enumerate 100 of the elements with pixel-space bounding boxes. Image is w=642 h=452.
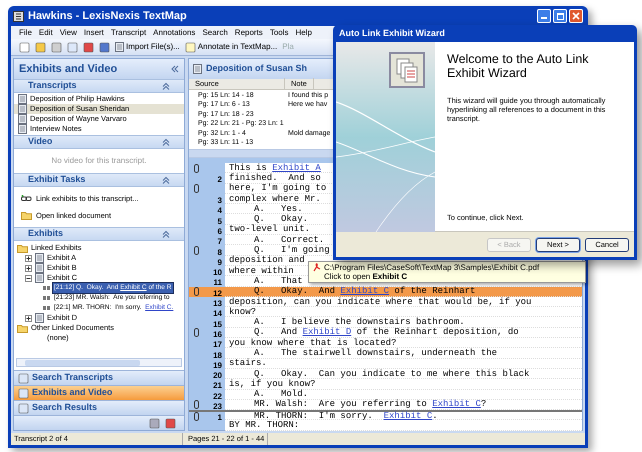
line-number: 3 <box>218 196 222 206</box>
annotate-button[interactable]: Annotate in TextMap... <box>184 41 278 53</box>
line-number: 7 <box>218 237 222 246</box>
transcript-line: Q. I'm going <box>253 245 330 256</box>
app-icon <box>13 10 24 22</box>
panel-title: Exhibits and Video <box>19 62 118 77</box>
transcript-line: MR. THORN: I'm sorry. Exhibit C. <box>253 410 438 421</box>
section-header[interactable]: Transcripts <box>14 79 184 93</box>
section-header[interactable]: Exhibits <box>14 227 184 241</box>
menu-item[interactable]: Search <box>202 26 228 38</box>
menu-item[interactable]: Help <box>296 26 312 38</box>
line-number: 2 <box>218 175 222 184</box>
line-number: 18 <box>213 350 222 360</box>
line-number: 9 <box>218 258 222 267</box>
transcript-line: MR. Walsh: Are you referring to Exhibit C? <box>253 399 486 410</box>
transcript-line: Q. Okay. Can you indicate to me where this black <box>253 368 530 379</box>
paperclip-icon <box>194 246 198 256</box>
transcript-line: A. Yes. <box>253 204 303 214</box>
documents-icon <box>389 52 425 88</box>
line-number: 19 <box>213 360 222 370</box>
paperclip-icon <box>194 287 198 296</box>
transcript-line: BY MR. THORN: <box>229 420 300 430</box>
dialog-title: Auto Link Exhibit Wizard <box>339 26 445 40</box>
transcript-icon <box>18 114 27 124</box>
reference-icon <box>43 296 51 300</box>
menu-item[interactable]: Annotations <box>153 26 196 38</box>
transcript-line: is, if you know? <box>229 378 316 389</box>
transcript-icon <box>18 94 27 104</box>
menu-item[interactable]: View <box>60 26 77 38</box>
exhibit-link[interactable]: Exhibit D <box>302 327 352 338</box>
collapse-icon[interactable] <box>162 138 170 146</box>
wizard-heading: Welcome to the Auto Link Exhibit Wizard <box>447 52 590 80</box>
transcript-line: Q. And Exhibit D of the Reinhart deposition, do <box>253 327 519 338</box>
transcript-line: two-level unit. <box>229 224 310 234</box>
section-header[interactable]: Video <box>14 135 184 149</box>
paperclip-icon <box>194 328 198 338</box>
line-number: 1 <box>218 413 222 422</box>
menu-item[interactable]: Insert <box>84 26 104 38</box>
line-number: 5 <box>218 216 222 226</box>
section-title: Exhibits <box>28 227 64 240</box>
document-icon <box>115 42 124 52</box>
transcript-line: here, I'm going to <box>229 183 326 194</box>
transcript-icon <box>193 64 202 74</box>
line-number: 17 <box>213 340 222 350</box>
collapse-icon[interactable] <box>162 230 170 238</box>
section-header[interactable]: Exhibit Tasks <box>14 173 184 187</box>
expand-toggle[interactable] <box>25 254 32 262</box>
transcript-line: Q. Okay. <box>253 214 308 224</box>
transcript-icon <box>18 124 27 134</box>
transcript-line: you know where that is located? <box>229 338 396 348</box>
transcript-line: A. That <box>253 276 303 286</box>
collapse-icon[interactable] <box>162 82 170 90</box>
line-number: 10 <box>213 268 222 278</box>
line-number: 11 <box>214 278 222 288</box>
reference-icon <box>43 306 51 310</box>
transcript-line: This is Exhibit A <box>229 162 321 173</box>
document-title: Deposition of Susan Sh <box>206 62 308 76</box>
close-button[interactable] <box>569 9 583 23</box>
menu-item[interactable]: Edit <box>38 26 53 38</box>
transcript-line: Q. Okay. And Exhibit C of the Reinhart <box>253 286 476 296</box>
document-icon <box>35 253 44 263</box>
close-icon <box>572 12 580 20</box>
paperclip-icon <box>194 164 198 173</box>
menu-item[interactable]: Transcript <box>110 26 146 38</box>
transcript-line: finished. And so <box>229 172 321 183</box>
expand-toggle[interactable] <box>25 314 32 322</box>
maximize-button[interactable] <box>553 9 567 23</box>
line-number: 8 <box>218 248 222 257</box>
tooltip-hint: Click to open Exhibit C <box>323 272 408 281</box>
reference-icon <box>43 286 51 290</box>
exhibit-link[interactable]: Exhibit A <box>272 162 321 173</box>
chain-link-icon <box>21 195 32 202</box>
collapse-toggle[interactable] <box>25 274 32 282</box>
menu-item[interactable]: Reports <box>234 26 263 38</box>
line-number: 20 <box>213 371 222 380</box>
transcript-line: A. Mold. <box>253 389 308 400</box>
line-number: 4 <box>218 206 222 216</box>
collapse-panel-icon[interactable] <box>171 65 179 73</box>
exhibit-link[interactable]: Exhibit C <box>384 410 432 421</box>
nav-button[interactable]: Exhibits and Video <box>14 385 184 400</box>
exhibit-link[interactable]: Exhibit C <box>432 399 481 410</box>
transcript-line: where within <box>229 266 294 276</box>
transcript-line: A. The stairwell downstairs, underneath the <box>253 348 498 358</box>
window-title: Hawkins - LexisNexis TextMap <box>28 8 187 24</box>
import-button[interactable]: Import File(s)... <box>115 41 180 53</box>
transcript-line: complex where Mr. <box>229 194 321 204</box>
collapse-icon[interactable] <box>162 176 170 184</box>
nav-button[interactable]: Search Transcripts <box>14 370 184 385</box>
transcript-icon <box>18 104 27 114</box>
expand-toggle[interactable] <box>25 264 32 272</box>
line-number: 12 <box>213 288 222 298</box>
menu-item[interactable]: File <box>19 26 32 38</box>
nav-button[interactable]: Search Results <box>14 400 184 415</box>
horizontal-scrollbar[interactable] <box>16 358 182 367</box>
line-number: 22 <box>213 392 222 401</box>
line-number: 23 <box>213 402 222 411</box>
paperclip-icon <box>194 184 198 194</box>
minimize-button[interactable] <box>537 9 551 23</box>
menu-item[interactable]: Tools <box>270 26 288 38</box>
document-icon <box>35 273 44 283</box>
